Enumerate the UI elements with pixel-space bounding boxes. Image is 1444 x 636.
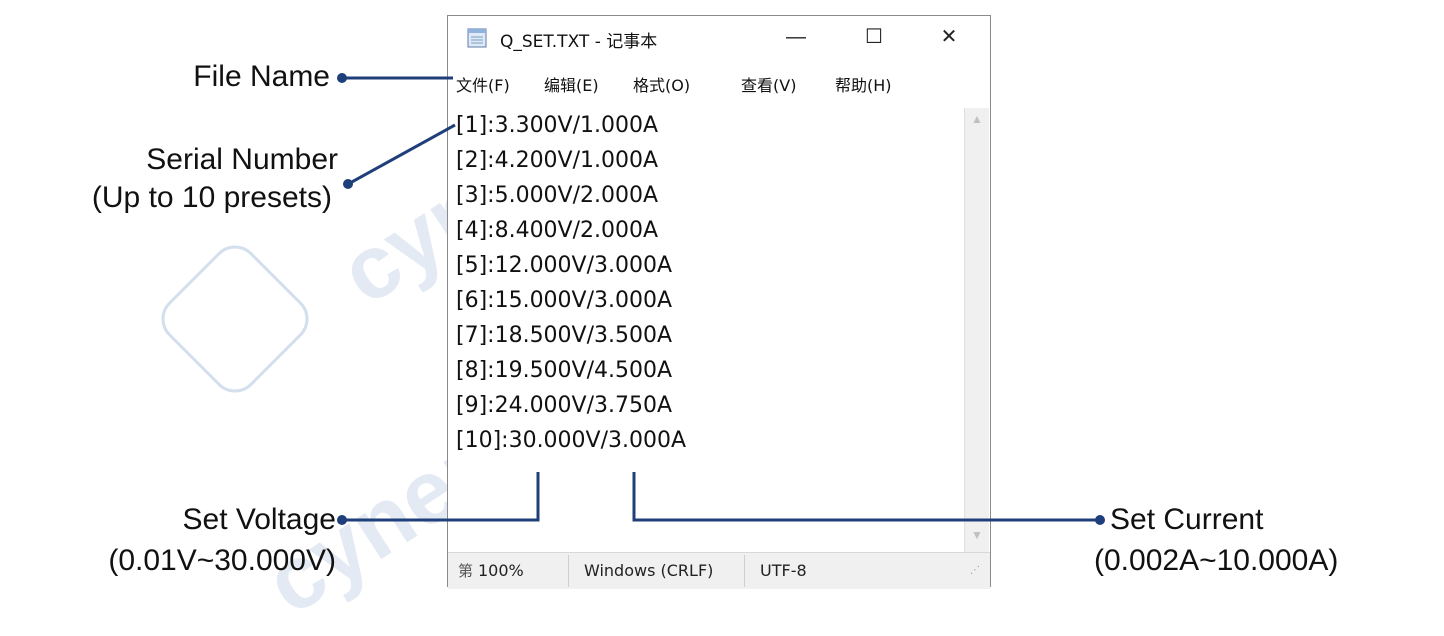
set-current-dot bbox=[1095, 515, 1105, 525]
label-set-voltage-range: (0.01V~30.000V) bbox=[108, 544, 336, 577]
serial-number-dot bbox=[343, 179, 353, 189]
label-set-current: Set Current bbox=[1110, 503, 1264, 536]
label-serial-number-note: (Up to 10 presets) bbox=[91, 181, 332, 214]
label-serial-number: Serial Number bbox=[146, 143, 338, 176]
set-voltage-dot bbox=[337, 515, 347, 525]
set-current-leader bbox=[632, 472, 1098, 522]
file-name-dot bbox=[337, 73, 347, 83]
serial-number-leader bbox=[349, 123, 456, 185]
label-set-current-range: (0.002A~10.000A) bbox=[1094, 544, 1339, 577]
label-file-name: File Name bbox=[193, 60, 330, 93]
set-voltage-leader bbox=[345, 472, 540, 522]
label-set-voltage: Set Voltage bbox=[182, 503, 336, 536]
